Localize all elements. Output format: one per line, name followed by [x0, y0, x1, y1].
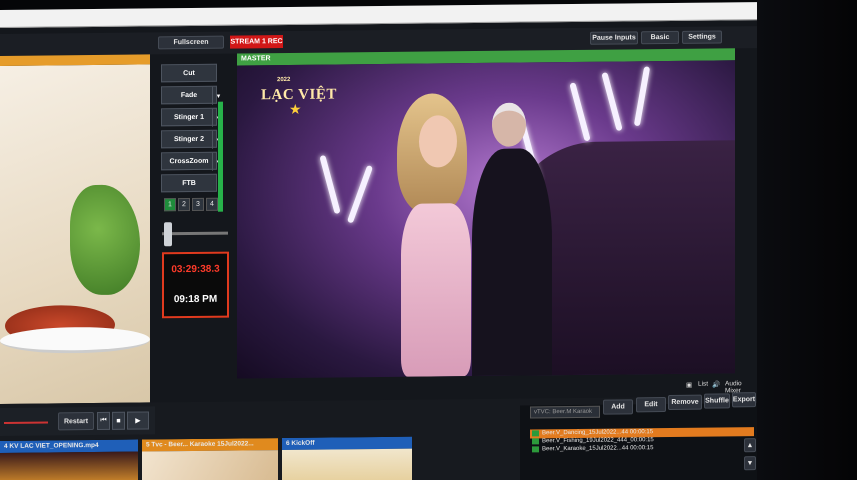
fullscreen-button[interactable]: Fullscreen	[158, 35, 224, 50]
speaker-icon[interactable]: 🔊	[712, 380, 720, 388]
input-5-thumbnail[interactable]: 5 Tvc - Beer... Karaoke 15Jul2022...	[142, 438, 278, 480]
stream-rec-indicator[interactable]: STREAM 1 REC	[230, 35, 283, 49]
list-icon[interactable]: ▣	[686, 381, 692, 389]
cut-button[interactable]: Cut	[161, 63, 217, 83]
preview-plate-image	[0, 326, 150, 354]
previous-icon[interactable]: ⏮	[97, 411, 110, 430]
shuffle-button[interactable]: Shuffle	[704, 393, 730, 409]
export-button[interactable]: Export	[732, 392, 756, 408]
input-6-preview	[282, 448, 412, 480]
vmix-window: Fullscreen STREAM 1 REC Pause Inputs Bas…	[0, 2, 757, 480]
crosszoom-label: CrossZoom	[169, 157, 209, 165]
input-6-thumbnail[interactable]: 6 KickOff	[282, 436, 412, 480]
star-icon: ★	[289, 100, 302, 117]
scroll-down-icon[interactable]: ▼	[744, 456, 756, 471]
input-4-preview	[0, 451, 138, 480]
ftb-button[interactable]: FTB	[161, 173, 217, 193]
scroll-up-icon[interactable]: ▲	[744, 438, 756, 453]
fade-label: Fade	[180, 91, 198, 99]
input-4-thumbnail[interactable]: 4 KV LAC VIET_OPENING.mp4	[0, 439, 138, 480]
master-output: 2022 LẠC VIỆT ★	[237, 60, 735, 379]
countdown-timer: 03:29:38.3	[171, 263, 220, 276]
remove-button[interactable]: Remove	[668, 394, 702, 411]
restart-button[interactable]: Restart	[58, 412, 94, 431]
add-button[interactable]: Add	[603, 399, 633, 415]
transition-number-3[interactable]: 3	[192, 197, 204, 211]
stinger1-button[interactable]: Stinger 1▾	[161, 107, 224, 127]
list-item[interactable]: Beer.V_Karaoke_15Jul2022...44 00:00:15	[530, 443, 754, 453]
basic-button[interactable]: Basic	[641, 30, 679, 45]
stinger2-label: Stinger 2	[174, 135, 204, 143]
transition-number-1[interactable]: 1	[164, 198, 176, 212]
clock-panel: 03:29:38.3 09:18 PM	[162, 251, 229, 319]
play-icon[interactable]: ▶	[127, 411, 149, 430]
crosszoom-button[interactable]: CrossZoom▾	[161, 151, 224, 171]
current-time: 09:18 PM	[173, 293, 218, 306]
stop-icon[interactable]: ■	[112, 411, 125, 430]
pause-inputs-button[interactable]: Pause Inputs	[590, 31, 638, 45]
transition-number-2[interactable]: 2	[178, 198, 190, 212]
fade-button[interactable]: Fade ▾	[161, 85, 224, 105]
list-toggle[interactable]: List	[698, 381, 708, 388]
playlist-search-input[interactable]: vTVC: Beer.M Karaok	[530, 405, 600, 419]
singer-image	[387, 93, 507, 377]
stinger2-button[interactable]: Stinger 2▾	[161, 129, 224, 149]
edit-button[interactable]: Edit	[636, 397, 666, 413]
stinger1-label: Stinger 1	[174, 113, 204, 121]
settings-button[interactable]: Settings	[682, 30, 722, 44]
transition-number-4[interactable]: 4	[206, 197, 218, 211]
tbar-handle[interactable]	[164, 222, 172, 247]
preview-gear-icon[interactable]	[139, 55, 146, 63]
playback-timeline[interactable]	[4, 421, 48, 424]
playlist-items: Beer.V_Dancing_15Jul2022...44 00:00:15 B…	[530, 427, 754, 453]
background-dark-area	[757, 0, 857, 480]
logo-year: 2022	[277, 76, 291, 84]
transition-bar	[218, 101, 223, 212]
preview-window[interactable]	[0, 54, 150, 405]
preview-plant-image	[70, 184, 140, 296]
window-titlebar	[0, 2, 757, 29]
input-5-preview	[142, 450, 278, 480]
